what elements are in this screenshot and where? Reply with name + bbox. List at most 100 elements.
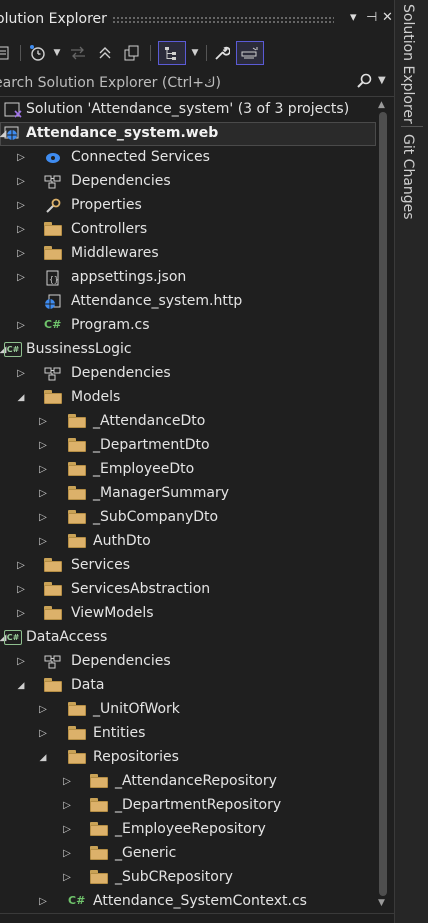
expanded-arrow-icon[interactable]: ◢ [16, 680, 26, 692]
sync-with-active-document-icon[interactable] [68, 41, 88, 65]
tree-item[interactable]: ▷ _SubCompanyDto [0, 506, 376, 530]
tree-item[interactable]: ▷ Properties [0, 194, 376, 218]
folder-icon [68, 510, 86, 524]
collapsed-arrow-icon[interactable]: ▷ [38, 488, 48, 500]
tree-item[interactable]: ▷ Dependencies [0, 362, 376, 386]
tree-item[interactable]: ▷ _UnitOfWork [0, 698, 376, 722]
collapsed-arrow-icon[interactable]: ▷ [16, 368, 26, 380]
tree-item[interactable]: ▷ Entities [0, 722, 376, 746]
tree-item-label: _Generic [115, 845, 177, 861]
solution-tree[interactable]: Solution 'Attendance_system' (3 of 3 pro… [0, 98, 376, 923]
expanded-arrow-icon[interactable]: ◢ [38, 752, 48, 764]
tree-item[interactable]: Attendance_system.http [0, 290, 376, 314]
tree-item[interactable]: ▷ Middlewares [0, 242, 376, 266]
window-position-dropdown-icon[interactable]: ▾ [350, 10, 357, 25]
tree-item-label: Repositories [93, 749, 179, 765]
tree-item[interactable]: ◢ C# BussinessLogic [0, 338, 376, 362]
tree-item[interactable]: ▷ C# Attendance_SystemContext.cs [0, 890, 376, 914]
collapse-all-icon[interactable] [96, 41, 114, 65]
collapsed-arrow-icon[interactable]: ▷ [16, 152, 26, 164]
folder-icon [90, 870, 108, 884]
collapsed-arrow-icon[interactable]: ▷ [38, 896, 48, 908]
tree-item[interactable]: ▷ _DepartmentDto [0, 434, 376, 458]
tree-item[interactable]: ▷ Connected Services [0, 146, 376, 170]
drag-grip[interactable] [112, 16, 334, 23]
tree-item[interactable]: ▷ _EmployeeRepository [0, 818, 376, 842]
scroll-up-icon[interactable]: ▲ [378, 100, 385, 110]
properties-wrench-icon[interactable] [212, 41, 232, 65]
csharp-file-icon: C# [68, 894, 86, 907]
tree-item[interactable]: ▷ Dependencies [0, 650, 376, 674]
collapsed-arrow-icon[interactable]: ▷ [62, 800, 72, 812]
tree-item[interactable]: ▷ _ManagerSummary [0, 482, 376, 506]
collapsed-arrow-icon[interactable]: ▷ [62, 776, 72, 788]
tree-item[interactable]: ▷ ServicesAbstraction [0, 578, 376, 602]
tree-item[interactable]: ◢ Repositories [0, 746, 376, 770]
tree-item[interactable]: ▷ Services [0, 554, 376, 578]
auto-hide-pin-icon[interactable]: ⊣ [366, 10, 377, 25]
chevron-down-icon[interactable]: ▼ [52, 41, 62, 65]
collapsed-arrow-icon[interactable]: ▷ [16, 272, 26, 284]
search-icon[interactable] [356, 73, 372, 93]
search-box[interactable]: earch Solution Explorer (Ctrl+ك) ▼ [0, 70, 394, 97]
collapsed-arrow-icon[interactable]: ▷ [16, 320, 26, 332]
folder-icon [68, 486, 86, 500]
collapsed-arrow-icon[interactable]: ▷ [38, 512, 48, 524]
scroll-down-icon[interactable]: ▼ [378, 898, 385, 908]
collapsed-arrow-icon[interactable]: ▷ [16, 176, 26, 188]
close-icon[interactable]: ✕ [382, 10, 393, 25]
switch-views-icon[interactable] [158, 41, 186, 65]
tree-item[interactable]: ▷ Dependencies [0, 170, 376, 194]
collapsed-arrow-icon[interactable]: ▷ [38, 464, 48, 476]
collapsed-arrow-icon[interactable]: ▷ [38, 440, 48, 452]
collapsed-arrow-icon[interactable]: ▷ [16, 608, 26, 620]
collapsed-arrow-icon[interactable]: ▷ [16, 584, 26, 596]
collapsed-arrow-icon[interactable]: ▷ [16, 200, 26, 212]
tab-git-changes[interactable]: Git Changes [400, 134, 416, 220]
tree-item[interactable]: ▷ _AttendanceDto [0, 410, 376, 434]
tree-item[interactable]: ▷ _AttendanceRepository [0, 770, 376, 794]
tree-item[interactable]: ▷ C# Program.cs [0, 314, 376, 338]
tree-item[interactable]: ◢ Attendance_system.web [0, 122, 376, 146]
folder-icon [44, 606, 62, 620]
collapsed-arrow-icon[interactable]: ▷ [16, 656, 26, 668]
pending-changes-filter-icon[interactable] [28, 41, 48, 65]
collapsed-arrow-icon[interactable]: ▷ [62, 872, 72, 884]
tree-item[interactable]: ▷ {} appsettings.json [0, 266, 376, 290]
tree-item[interactable]: ▷ _Generic [0, 842, 376, 866]
chevron-down-icon[interactable]: ▼ [190, 41, 200, 65]
show-all-files-icon[interactable] [0, 41, 12, 65]
collapsed-arrow-icon[interactable]: ▷ [38, 704, 48, 716]
collapsed-arrow-icon[interactable]: ▷ [62, 824, 72, 836]
collapsed-arrow-icon[interactable]: ▷ [16, 560, 26, 572]
tree-item-label: Dependencies [71, 653, 171, 669]
csharp-file-icon: C# [44, 318, 62, 331]
tree-item[interactable]: ▷ Controllers [0, 218, 376, 242]
tree-item[interactable]: ▷ AuthDto [0, 530, 376, 554]
collapsed-arrow-icon[interactable]: ▷ [16, 224, 26, 236]
collapsed-arrow-icon[interactable]: ▷ [62, 848, 72, 860]
search-options-chevron-icon[interactable]: ▼ [378, 75, 386, 86]
collapsed-arrow-icon[interactable]: ▷ [38, 416, 48, 428]
tree-item-label: Middlewares [71, 245, 159, 261]
expanded-arrow-icon[interactable]: ◢ [16, 392, 26, 404]
preview-selected-items-icon[interactable] [236, 41, 264, 65]
tree-item[interactable]: ▷ _EmployeeDto [0, 458, 376, 482]
tree-item[interactable]: ◢ Data [0, 674, 376, 698]
tree-item[interactable]: ◢ C# DataAccess [0, 626, 376, 650]
folder-icon [44, 558, 62, 572]
tree-item[interactable]: Solution 'Attendance_system' (3 of 3 pro… [0, 98, 376, 122]
tree-item[interactable]: ▷ ViewModels [0, 602, 376, 626]
tree-item[interactable]: ◢ Models [0, 386, 376, 410]
scrollbar-thumb[interactable] [379, 112, 387, 896]
collapsed-arrow-icon[interactable]: ▷ [38, 728, 48, 740]
vertical-scrollbar[interactable]: ▲ ▼ [376, 98, 390, 923]
tree-item-label: _AttendanceRepository [115, 773, 277, 789]
tree-item[interactable]: ▷ _SubCRepository [0, 866, 376, 890]
collapsed-arrow-icon[interactable]: ▷ [16, 248, 26, 260]
search-input[interactable]: earch Solution Explorer (Ctrl+ك) [0, 75, 221, 91]
show-preview-icon[interactable] [122, 41, 142, 65]
tree-item[interactable]: ▷ _DepartmentRepository [0, 794, 376, 818]
collapsed-arrow-icon[interactable]: ▷ [38, 536, 48, 548]
tab-solution-explorer[interactable]: Solution Explorer [400, 4, 416, 124]
